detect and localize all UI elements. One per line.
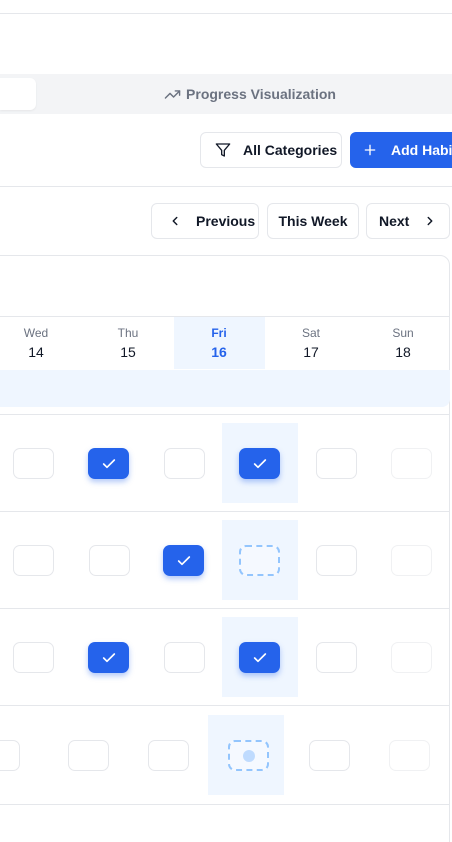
- habit-checkbox-empty[interactable]: [164, 448, 205, 479]
- tab-active[interactable]: [0, 78, 36, 110]
- habit-checkbox-empty[interactable]: [68, 740, 109, 771]
- filter-icon: [215, 143, 231, 157]
- day-date: 17: [303, 344, 319, 360]
- previous-label: Previous: [196, 213, 256, 229]
- row-divider: [0, 705, 450, 706]
- habit-checkbox-empty[interactable]: [316, 448, 357, 479]
- day-date: 16: [211, 344, 227, 360]
- habit-checkbox-empty[interactable]: [316, 642, 357, 673]
- day-header-sun: Sun 18: [373, 326, 433, 362]
- day-name: Fri: [211, 326, 227, 340]
- row-divider: [0, 511, 450, 512]
- habit-checkbox-checked[interactable]: [88, 448, 129, 479]
- day-date: 15: [120, 344, 136, 360]
- habit-checkbox-empty[interactable]: [13, 448, 54, 479]
- habit-checkbox-empty[interactable]: [389, 740, 430, 771]
- habit-checkbox-empty[interactable]: [89, 545, 130, 576]
- this-week-button[interactable]: This Week: [267, 203, 359, 239]
- habit-checkbox-empty[interactable]: [13, 545, 54, 576]
- habit-checkbox-empty[interactable]: [0, 740, 20, 771]
- day-header-thu: Thu 15: [98, 326, 158, 362]
- add-habit-label: Add Habit: [391, 142, 452, 158]
- day-name: Sun: [392, 326, 414, 340]
- habit-checkbox-empty[interactable]: [148, 740, 189, 771]
- habit-checkbox-empty[interactable]: [391, 545, 432, 576]
- habit-checkbox-checked[interactable]: [163, 545, 204, 576]
- habit-checkbox-empty[interactable]: [13, 642, 54, 673]
- habit-checkbox-empty[interactable]: [309, 740, 350, 771]
- check-icon: [177, 555, 190, 565]
- plus-icon: [364, 144, 376, 156]
- next-week-button[interactable]: Next: [366, 203, 450, 239]
- tab-progress-visualization[interactable]: Progress Visualization: [120, 78, 380, 110]
- pending-dot-icon: [242, 749, 255, 762]
- chevron-right-icon: [427, 216, 433, 226]
- category-filter-label: All Categories: [243, 142, 338, 158]
- category-band: [0, 370, 450, 407]
- top-divider: [0, 13, 452, 14]
- check-icon: [102, 458, 115, 468]
- day-date: 14: [28, 344, 44, 360]
- check-icon: [253, 458, 266, 468]
- tab-progress-label: Progress Visualization: [186, 86, 336, 102]
- day-name: Wed: [23, 326, 49, 340]
- habit-checkbox-checked[interactable]: [239, 448, 280, 479]
- day-name: Thu: [117, 326, 139, 340]
- habit-checkbox-empty[interactable]: [391, 448, 432, 479]
- habit-checkbox-today[interactable]: [228, 740, 269, 771]
- day-date: 18: [395, 344, 411, 360]
- row-divider: [0, 414, 450, 415]
- day-name: Sat: [301, 326, 320, 340]
- next-label: Next: [379, 213, 410, 229]
- habit-checkbox-empty[interactable]: [164, 642, 205, 673]
- section-divider: [0, 186, 452, 187]
- row-divider: [0, 804, 450, 805]
- this-week-label: This Week: [278, 213, 348, 229]
- previous-week-button[interactable]: Previous: [151, 203, 259, 239]
- habit-checkbox-checked[interactable]: [88, 642, 129, 673]
- category-filter-button[interactable]: All Categories: [200, 132, 342, 168]
- habit-checkbox-empty[interactable]: [316, 545, 357, 576]
- check-icon: [102, 652, 115, 662]
- add-habit-button[interactable]: Add Habit: [350, 132, 452, 168]
- chevron-left-icon: [172, 216, 178, 226]
- row-divider: [0, 608, 450, 609]
- day-header-fri-today: Fri 16: [189, 326, 249, 362]
- day-header-wed: Wed 14: [6, 326, 66, 362]
- check-icon: [253, 652, 266, 662]
- habit-checkbox-empty[interactable]: [391, 642, 432, 673]
- day-header-sat: Sat 17: [281, 326, 341, 362]
- habit-checkbox-checked[interactable]: [239, 642, 280, 673]
- habit-checkbox-today[interactable]: [239, 545, 280, 576]
- trending-up-icon: [164, 89, 181, 99]
